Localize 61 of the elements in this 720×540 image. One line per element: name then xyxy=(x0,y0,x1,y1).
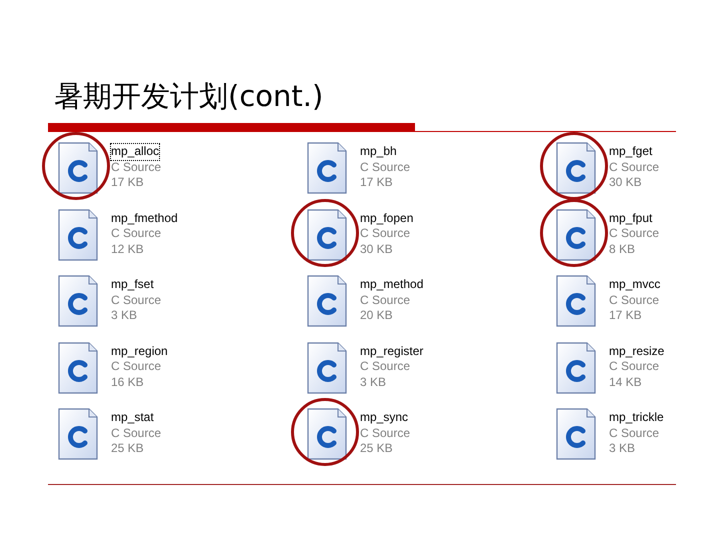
c-source-file-icon[interactable] xyxy=(307,142,347,194)
file-type: C Source xyxy=(111,160,162,175)
file-type: C Source xyxy=(360,160,410,175)
c-source-file-icon[interactable] xyxy=(556,208,596,260)
file-size: 17 KB xyxy=(111,175,145,190)
file-size: 17 KB xyxy=(360,175,394,190)
file-type: C Source xyxy=(360,292,412,308)
file-size: 17 KB xyxy=(609,308,643,324)
c-source-file-icon[interactable] xyxy=(58,142,98,194)
file-name[interactable]: mp_sync xyxy=(360,410,408,426)
file-size: 16 KB xyxy=(111,374,145,390)
file-type: C Source xyxy=(111,292,162,308)
file-size: 3 KB xyxy=(111,308,138,324)
file-type: C Source xyxy=(609,160,660,175)
file-type: C Source xyxy=(360,426,410,441)
file-name[interactable]: mp_alloc xyxy=(111,144,160,160)
file-name[interactable]: mp_fput xyxy=(609,210,652,226)
file-type: C Source xyxy=(609,292,660,308)
c-source-file-icon[interactable] xyxy=(307,208,347,260)
c-source-file-icon[interactable] xyxy=(556,342,596,394)
file-type: C Source xyxy=(111,359,162,374)
file-name[interactable]: mp_mvcc xyxy=(609,277,660,292)
file-size: 30 KB xyxy=(360,242,394,257)
file-name[interactable]: mp_fset xyxy=(111,277,154,292)
c-source-file-icon[interactable] xyxy=(58,408,98,460)
file-type: C Source xyxy=(111,226,162,242)
file-name[interactable]: mp_register xyxy=(360,344,424,359)
file-name[interactable]: mp_fmethod xyxy=(111,210,178,226)
c-source-file-icon[interactable] xyxy=(307,275,347,327)
file-name[interactable]: mp_resize xyxy=(609,344,664,359)
c-source-file-icon[interactable] xyxy=(307,342,347,394)
file-size: 8 KB xyxy=(609,242,636,257)
file-name[interactable]: mp_fget xyxy=(609,144,652,160)
c-source-file-icon[interactable] xyxy=(556,142,596,194)
c-source-file-icon[interactable] xyxy=(556,275,596,327)
file-name[interactable]: mp_trickle xyxy=(609,410,664,426)
file-name[interactable]: mp_stat xyxy=(111,410,154,426)
file-size: 3 KB xyxy=(360,374,388,390)
c-source-file-icon[interactable] xyxy=(58,275,98,327)
file-size: 30 KB xyxy=(609,175,643,190)
file-type: C Source xyxy=(609,359,660,374)
file-size: 25 KB xyxy=(111,441,145,456)
file-type: C Source xyxy=(609,226,660,242)
file-size: 14 KB xyxy=(609,374,643,390)
c-source-file-icon[interactable] xyxy=(556,408,596,460)
file-name[interactable]: mp_bh xyxy=(360,144,397,160)
file-size: 25 KB xyxy=(360,441,394,456)
file-name[interactable]: mp_region xyxy=(111,344,168,359)
file-name[interactable]: mp_fopen xyxy=(360,210,414,226)
file-size: 20 KB xyxy=(360,308,394,324)
file-type: C Source xyxy=(360,359,412,374)
file-size: 12 KB xyxy=(111,242,145,257)
file-type: C Source xyxy=(111,426,162,441)
c-source-file-icon[interactable] xyxy=(58,342,98,394)
c-source-file-icon[interactable] xyxy=(58,208,98,260)
file-size: 3 KB xyxy=(609,441,636,456)
file-type: C Source xyxy=(360,226,412,242)
file-type: C Source xyxy=(609,426,660,441)
slide-title: 暑期开发计划(cont.) xyxy=(54,78,324,115)
file-name[interactable]: mp_method xyxy=(360,277,424,292)
c-source-file-icon[interactable] xyxy=(307,408,347,460)
